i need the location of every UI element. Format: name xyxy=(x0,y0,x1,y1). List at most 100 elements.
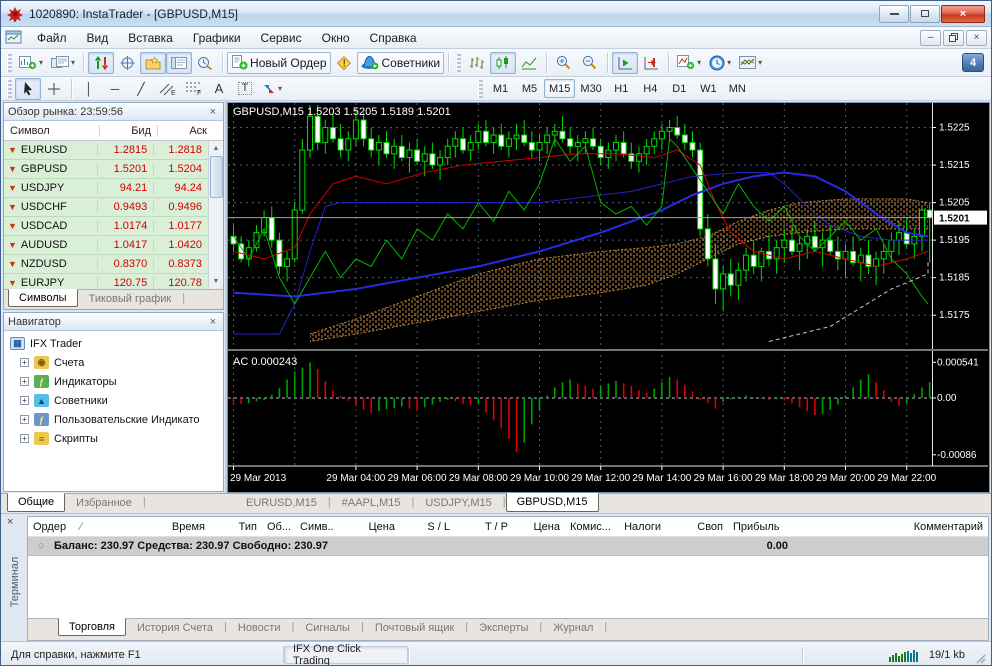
mdi-restore-button[interactable] xyxy=(943,29,964,46)
tab-Избранное[interactable]: Избранное xyxy=(65,494,143,512)
tree-item-Индикаторы[interactable]: + ƒ Индикаторы xyxy=(4,372,223,391)
timeframe-D1[interactable]: D1 xyxy=(665,79,694,98)
close-market-watch-button[interactable]: × xyxy=(207,106,219,118)
bar-chart-button[interactable] xyxy=(464,52,490,74)
market-watch-row[interactable]: ▼ AUDUSD 1.0417 1.0420 xyxy=(4,236,208,255)
metaeditor-button[interactable]: ! xyxy=(331,52,357,74)
timeframe-W1[interactable]: W1 xyxy=(694,79,723,98)
maximize-button[interactable] xyxy=(910,4,940,23)
timeframe-H1[interactable]: H1 xyxy=(607,79,636,98)
price-chart[interactable]: 1.5225 1.5215 1.5205 1.5195 1.5185 1.5175 1.52… xyxy=(228,103,988,491)
data-window-button[interactable] xyxy=(114,52,140,74)
cursor-button[interactable] xyxy=(15,77,41,100)
column-header-T / P[interactable]: T / P xyxy=(455,521,513,533)
market-watch-column-headers[interactable]: Символ Бид Аск xyxy=(4,121,223,141)
trendline-button[interactable]: ╱ xyxy=(128,78,154,100)
column-header-Цена[interactable]: Цена xyxy=(513,521,565,533)
market-watch-row[interactable]: ▼ EURUSD 1.2815 1.2818 xyxy=(4,141,208,160)
expand-icon[interactable]: + xyxy=(20,358,29,367)
column-header-Тип[interactable]: Тип xyxy=(210,521,262,533)
terminal-tab-Сигналы[interactable]: Сигналы xyxy=(294,619,361,637)
timeframe-M30[interactable]: M30 xyxy=(575,79,606,98)
market-watch-row[interactable]: ▼ USDCAD 1.0174 1.0177 xyxy=(4,217,208,236)
equidistant-channel-button[interactable]: E xyxy=(154,78,180,100)
tree-item-Пользовательские Индикато[interactable]: + ƒ Пользовательские Индикато xyxy=(4,410,223,429)
scrollbar-thumb[interactable] xyxy=(209,156,223,198)
toolbar-grip[interactable] xyxy=(7,53,12,72)
toolbar-grip[interactable] xyxy=(478,79,483,98)
market-watch-row[interactable]: ▼ NZDUSD 0.8370 0.8373 xyxy=(4,255,208,274)
tab-Тиковый график[interactable]: Тиковый график xyxy=(78,290,183,308)
menu-item-Сервис[interactable]: Сервис xyxy=(251,29,312,47)
market-watch-header[interactable]: Обзор рынка: 23:59:56 × xyxy=(4,103,223,121)
chart-window-icon[interactable] xyxy=(5,30,23,45)
vertical-line-button[interactable]: │ xyxy=(76,78,102,100)
market-watch-button[interactable] xyxy=(88,51,115,74)
expand-icon[interactable]: + xyxy=(20,396,29,405)
column-header-Символ[interactable]: Символ xyxy=(4,124,100,137)
chart-tab-#AAPL,M15[interactable]: #AAPL,M15 xyxy=(331,494,412,512)
tree-item-Счета[interactable]: + ◉ Счета xyxy=(4,353,223,372)
column-header-Бид[interactable]: Бид xyxy=(100,124,158,137)
navigator-button[interactable] xyxy=(140,51,167,74)
strategy-tester-button[interactable] xyxy=(192,52,218,74)
fibonacci-button[interactable]: F xyxy=(180,78,206,100)
chart-tab-USDJPY,M15[interactable]: USDJPY,M15 xyxy=(414,494,502,512)
notifications-badge[interactable]: 4 xyxy=(962,53,984,72)
column-header-Комис...[interactable]: Комис... xyxy=(565,521,610,533)
timeframe-M15[interactable]: M15 xyxy=(544,79,576,98)
horizontal-line-button[interactable]: ─ xyxy=(102,78,128,100)
scroll-up-button[interactable]: ▲ xyxy=(209,141,224,156)
column-header-Своп[interactable]: Своп xyxy=(666,521,728,533)
tree-item-Советники[interactable]: + ▲ Советники xyxy=(4,391,223,410)
market-watch-scrollbar[interactable]: ▲ ▼ xyxy=(208,141,223,289)
column-header-Прибыль[interactable]: Прибыль xyxy=(728,521,784,533)
terminal-button[interactable] xyxy=(166,51,193,74)
expert-advisors-button[interactable]: Советники xyxy=(356,51,445,74)
chart-tab-GBPUSD,M15[interactable]: GBPUSD,M15 xyxy=(505,493,599,512)
menu-item-Вставка[interactable]: Вставка xyxy=(118,29,183,47)
expand-icon[interactable]: + xyxy=(20,377,29,386)
expand-icon[interactable]: + xyxy=(20,434,29,443)
resize-grip[interactable] xyxy=(973,651,989,666)
balance-row[interactable]: ○ Баланс: 230.97 Средства: 230.97 Свобод… xyxy=(28,537,988,556)
market-watch-row[interactable]: ▼ USDJPY 94.21 94.24 xyxy=(4,179,208,198)
scroll-down-button[interactable]: ▼ xyxy=(209,274,224,289)
column-header-Комментарий[interactable]: Комментарий xyxy=(784,521,988,533)
menu-item-Файл[interactable]: Файл xyxy=(27,29,77,47)
chart-window[interactable]: 1.5225 1.5215 1.5205 1.5195 1.5185 1.5175 1.52… xyxy=(227,102,990,493)
column-header-S / L[interactable]: S / L xyxy=(400,521,455,533)
status-trading-mode[interactable]: IFX One Click Trading xyxy=(284,643,408,665)
text-label-button[interactable]: T xyxy=(232,78,258,100)
tree-item-Скрипты[interactable]: + ≡ Скрипты xyxy=(4,429,223,448)
autoscroll-button[interactable] xyxy=(612,51,639,74)
timeframe-H4[interactable]: H4 xyxy=(636,79,665,98)
toolbar-grip[interactable] xyxy=(7,79,12,98)
templates-button[interactable]: ▾ xyxy=(735,52,766,74)
chart-shift-button[interactable] xyxy=(638,52,664,74)
column-header-Аск[interactable]: Аск xyxy=(158,125,213,137)
terminal-tab-Новости[interactable]: Новости xyxy=(227,619,292,637)
close-navigator-button[interactable]: × xyxy=(207,316,219,328)
column-header-Налоги[interactable]: Налоги xyxy=(610,521,666,533)
column-header-Цена[interactable]: Цена xyxy=(333,521,400,533)
toolbar-grip[interactable] xyxy=(456,53,462,72)
chart-tab-EURUSD,M15[interactable]: EURUSD,M15 xyxy=(235,494,328,512)
new-chart-button[interactable]: ▾ xyxy=(15,52,47,74)
column-header-Симв...[interactable]: Симв... xyxy=(295,521,333,533)
menu-item-Справка[interactable]: Справка xyxy=(360,29,427,47)
indicators-button[interactable]: ▾ xyxy=(673,52,705,74)
mdi-minimize-button[interactable]: – xyxy=(920,29,941,46)
tree-root-item[interactable]: ▦ IFX Trader xyxy=(4,334,223,353)
periods-button[interactable]: ▾ xyxy=(705,52,735,74)
tab-Общие[interactable]: Общие xyxy=(7,493,66,512)
close-button[interactable]: × xyxy=(941,4,985,23)
line-chart-button[interactable] xyxy=(516,52,542,74)
minimize-button[interactable] xyxy=(879,4,909,23)
profiles-button[interactable]: ▾ xyxy=(47,52,79,74)
terminal-tab-История Счета[interactable]: История Счета xyxy=(126,619,224,637)
timeframe-MN[interactable]: MN xyxy=(723,79,752,98)
terminal-tab-Торговля[interactable]: Торговля xyxy=(58,618,126,636)
arrows-button[interactable]: ▾ xyxy=(258,78,286,100)
timeframe-M1[interactable]: M1 xyxy=(486,79,515,98)
